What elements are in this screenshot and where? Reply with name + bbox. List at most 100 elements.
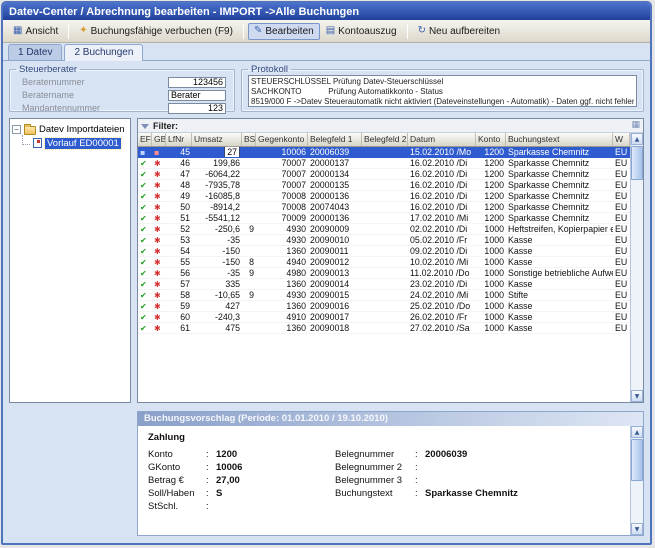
kontoauszug-button-label: Kontoauszug — [338, 26, 396, 37]
bearbeiten-button[interactable]: ✎ Bearbeiten — [248, 23, 320, 40]
tab-datev[interactable]: 1 Datev — [8, 44, 62, 60]
column-header-umsatz[interactable]: Umsatz — [192, 133, 242, 146]
tree-root-label: Datev Importdateien — [39, 124, 125, 135]
buchungsvorschlag-header: Buchungsvorschlag (Periode: 01.01.2010 /… — [138, 412, 643, 426]
vorschlag-vertical-scrollbar[interactable]: ▲ ▼ — [630, 426, 643, 535]
scrollbar-thumb[interactable] — [631, 439, 643, 481]
table-row[interactable]: ✔ ✱ 57 335 1360 20090014 23.02.2010 /Di … — [138, 279, 630, 290]
cell-waehrung: EU — [613, 268, 630, 278]
column-header-buchungstext[interactable]: Buchungstext — [506, 133, 613, 146]
window-titlebar[interactable]: Datev-Center / Abrechnung bearbeiten - I… — [3, 3, 650, 20]
vorschlag-field-value: 20006039 — [425, 449, 630, 460]
vorschlag-colon: : — [415, 475, 425, 486]
verbuchen-button[interactable]: ✦ Buchungsfähige verbuchen (F9) — [73, 23, 239, 40]
cell-gegenkonto: 1360 — [256, 246, 308, 256]
column-header-belegfeld2[interactable]: Belegfeld 2 — [362, 133, 408, 146]
column-header-datum[interactable]: Datum — [408, 133, 476, 146]
cell-belegfeld1: 20006039 — [308, 147, 362, 157]
column-header-belegfeld1[interactable]: Belegfeld 1 — [308, 133, 362, 146]
table-row[interactable]: ✔ ✱ 59 427 1360 20090016 25.02.2010 /Do … — [138, 301, 630, 312]
tree-item-vorlauf[interactable]: Vorlauf ED00001 — [12, 136, 128, 150]
filter-bar: Filter: ▦ — [138, 119, 643, 133]
ansicht-button[interactable]: ▦ Ansicht — [7, 23, 64, 40]
column-options-icon[interactable]: ▦ — [631, 121, 640, 130]
table-row[interactable]: ✔ ✱ 50 -8914,2 70008 20074043 16.02.2010… — [138, 202, 630, 213]
column-header-waehrung[interactable]: W — [613, 133, 630, 146]
cell-datum: 05.02.2010 /Fr — [408, 235, 476, 245]
cell-datum: 16.02.2010 /Di — [408, 180, 476, 190]
column-header-konto[interactable]: Konto — [476, 133, 506, 146]
vorschlag-field-label: Belegnummer 2 — [335, 462, 415, 473]
table-row[interactable]: ✔ ✱ 48 -7935,78 70007 20000135 16.02.201… — [138, 180, 630, 191]
row-flag-star-icon: ✱ — [154, 269, 161, 278]
table-row[interactable]: ✔ ✱ 47 -6064,22 70007 20000134 16.02.201… — [138, 169, 630, 180]
scroll-down-icon[interactable]: ▼ — [631, 523, 643, 535]
table-row[interactable]: ✔ ✱ 52 -250,6 9 4930 20090009 02.02.2010… — [138, 224, 630, 235]
beratername-input[interactable] — [168, 90, 226, 101]
table-row[interactable]: ✔ ✱ 53 -35 4930 20090010 05.02.2010 /Fr … — [138, 235, 630, 246]
cell-datum: 09.02.2010 /Di — [408, 246, 476, 256]
cell-waehrung: EU — [613, 147, 630, 157]
cell-datum: 10.02.2010 /Mi — [408, 257, 476, 267]
cell-konto: 1000 — [476, 290, 506, 300]
cell-umsatz: 475 — [192, 323, 242, 333]
cell-belegfeld1: 20090014 — [308, 279, 362, 289]
column-header-gegenkonto[interactable]: Gegenkonto — [256, 133, 308, 146]
table-row[interactable]: ✔ ✱ 55 -150 8 4940 20090012 10.02.2010 /… — [138, 257, 630, 268]
protokoll-groupbox: Protokoll STEUERSCHLÜSSEL Prüfung Datev-… — [241, 64, 644, 112]
cell-waehrung: EU — [613, 202, 630, 212]
cell-waehrung: EU — [613, 158, 630, 168]
table-row[interactable]: ▪ ▪ 45 27 10006 20006039 15.02.2010 /Mo … — [138, 147, 630, 158]
cell-lfnr: 55 — [166, 257, 192, 267]
cell-buchungstext: Sparkasse Chemnitz — [506, 213, 613, 223]
row-status-check-icon: ✔ — [140, 258, 147, 267]
scroll-down-icon[interactable]: ▼ — [631, 390, 643, 402]
column-header-bs[interactable]: BS — [242, 133, 256, 146]
cell-umsatz: -250,6 — [192, 224, 242, 234]
tree-child-label: Vorlauf ED00001 — [45, 138, 121, 149]
table-row[interactable]: ✔ ✱ 46 199,86 70007 20000137 16.02.2010 … — [138, 158, 630, 169]
tab-buchungen[interactable]: 2 Buchungen — [64, 44, 143, 61]
scrollbar-thumb[interactable] — [631, 146, 643, 180]
table-row[interactable]: ✔ ✱ 58 -10,65 9 4930 20090015 24.02.2010… — [138, 290, 630, 301]
cell-gegenkonto: 4930 — [256, 224, 308, 234]
scroll-up-icon[interactable]: ▲ — [631, 426, 643, 438]
row-flag-star-icon: ✱ — [154, 214, 161, 223]
tree-item-importdateien[interactable]: − Datev Importdateien — [12, 122, 128, 136]
table-row[interactable]: ✔ ✱ 56 -35 9 4980 20090013 11.02.2010 /D… — [138, 268, 630, 279]
cell-konto: 1000 — [476, 257, 506, 267]
row-flag-star-icon: ✱ — [154, 324, 161, 333]
scrollbar-track[interactable] — [631, 438, 643, 523]
cell-datum: 24.02.2010 /Mi — [408, 290, 476, 300]
beraternummer-input[interactable] — [168, 77, 226, 88]
column-header-lfnr[interactable]: LfNr — [166, 133, 192, 146]
mandantennummer-input[interactable] — [168, 103, 226, 114]
tree-collapse-icon[interactable]: − — [12, 125, 21, 134]
neu-aufbereiten-button[interactable]: ↻ Neu aufbereiten — [412, 23, 507, 40]
table-row[interactable]: ✔ ✱ 60 -240,3 4910 20090017 26.02.2010 /… — [138, 312, 630, 323]
cell-lfnr: 48 — [166, 180, 192, 190]
table-row[interactable]: ✔ ✱ 61 475 1360 20090018 27.02.2010 /Sa … — [138, 323, 630, 334]
table-vertical-scrollbar[interactable]: ▲ ▼ — [630, 133, 643, 402]
kontoauszug-button[interactable]: ▤ Kontoauszug — [320, 23, 403, 40]
vorschlag-field-value: Sparkasse Chemnitz — [425, 488, 630, 499]
table-row[interactable]: ✔ ✱ 49 -16085,8 70008 20000136 16.02.201… — [138, 191, 630, 202]
cell-bs: 9 — [242, 290, 256, 300]
column-header-ef[interactable]: EF — [138, 133, 152, 146]
import-tree-panel: − Datev Importdateien Vorlauf ED00001 — [9, 118, 131, 403]
tree-connector — [22, 135, 30, 145]
protokoll-legend: Protokoll — [248, 64, 291, 75]
cell-waehrung: EU — [613, 301, 630, 311]
table-row[interactable]: ✔ ✱ 51 -5541,12 70009 20000136 17.02.201… — [138, 213, 630, 224]
row-status-check-icon: ✔ — [140, 170, 147, 179]
cell-umsatz: 335 — [192, 279, 242, 289]
cell-gegenkonto: 70007 — [256, 158, 308, 168]
scroll-up-icon[interactable]: ▲ — [631, 133, 643, 145]
scrollbar-track[interactable] — [631, 145, 643, 390]
cell-waehrung: EU — [613, 213, 630, 223]
row-flag-star-icon: ✱ — [154, 170, 161, 179]
cell-umsatz: -35 — [192, 268, 242, 278]
table-row[interactable]: ✔ ✱ 54 -150 1360 20090011 09.02.2010 /Di… — [138, 246, 630, 257]
column-header-gb[interactable]: GB — [152, 133, 166, 146]
cell-lfnr: 51 — [166, 213, 192, 223]
